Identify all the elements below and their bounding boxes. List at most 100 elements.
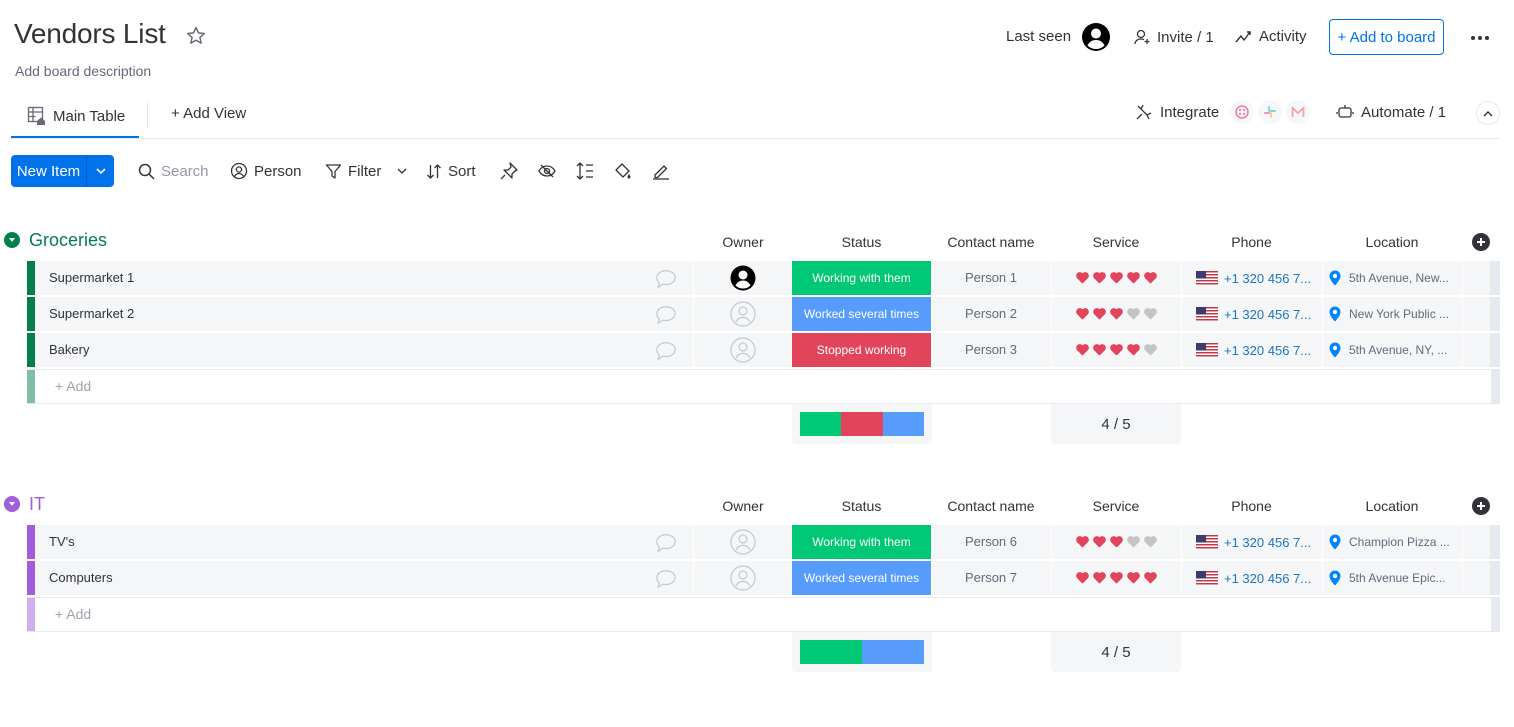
phone-cell[interactable]: +1 320 456 7...	[1196, 297, 1311, 331]
table-row[interactable]: Bakery Stopped working Person 3 +1 320 456 …	[27, 333, 1500, 368]
table-row[interactable]: Computers Worked several times Person 7 +1 …	[27, 561, 1500, 596]
contact-name[interactable]: Person 1	[931, 261, 1051, 295]
column-header-owner[interactable]: Owner	[693, 498, 793, 514]
filter-button[interactable]: Filter	[325, 155, 407, 187]
heart-empty-icon[interactable]	[1143, 307, 1158, 321]
comment-icon[interactable]	[654, 532, 678, 554]
heart-filled-icon[interactable]	[1075, 343, 1090, 357]
location-text[interactable]: Champion Pizza ...	[1349, 535, 1450, 549]
status-distribution-segment[interactable]	[800, 640, 862, 664]
new-item-label[interactable]: New Item	[11, 155, 87, 187]
status-summary[interactable]	[792, 404, 932, 444]
heart-filled-icon[interactable]	[1092, 343, 1107, 357]
status-label[interactable]: Stopped working	[792, 333, 931, 367]
table-row[interactable]: Supermarket 1 Working with them Person 1 +1…	[27, 261, 1500, 296]
table-row[interactable]: TV's Working with them Person 6 +1 320 456 …	[27, 525, 1500, 560]
color-fill-icon[interactable]	[613, 161, 633, 181]
phone-number[interactable]: +1 320 456 7...	[1224, 535, 1311, 550]
phone-number[interactable]: +1 320 456 7...	[1224, 343, 1311, 358]
column-header-owner[interactable]: Owner	[693, 234, 793, 250]
edit-icon[interactable]	[651, 161, 671, 181]
heart-filled-icon[interactable]	[1075, 307, 1090, 321]
sort-button[interactable]: Sort	[426, 155, 476, 187]
location-cell[interactable]: 5th Avenue, New...	[1329, 261, 1459, 295]
location-cell[interactable]: New York Public ...	[1329, 297, 1459, 331]
status-summary[interactable]	[792, 632, 932, 672]
status-distribution-segment[interactable]	[862, 640, 924, 664]
add-to-board-button[interactable]: + Add to board	[1329, 19, 1444, 55]
collapse-group-icon[interactable]	[4, 232, 20, 248]
add-view-button[interactable]: + Add View	[171, 96, 246, 130]
heart-filled-icon[interactable]	[1126, 343, 1141, 357]
column-header-location[interactable]: Location	[1322, 234, 1462, 250]
item-name[interactable]: TV's	[49, 525, 75, 559]
status-distribution-segment[interactable]	[841, 412, 883, 436]
heart-filled-icon[interactable]	[1126, 271, 1141, 285]
heart-empty-icon[interactable]	[1143, 343, 1158, 357]
phone-cell[interactable]: +1 320 456 7...	[1196, 561, 1311, 595]
phone-cell[interactable]: +1 320 456 7...	[1196, 261, 1311, 295]
contact-name[interactable]: Person 7	[931, 561, 1051, 595]
status-label[interactable]: Worked several times	[792, 561, 931, 595]
integrate-button[interactable]: Integrate	[1135, 96, 1311, 128]
status-label[interactable]: Worked several times	[792, 297, 931, 331]
item-name[interactable]: Supermarket 1	[49, 261, 134, 295]
new-item-button[interactable]: New Item	[11, 155, 114, 187]
heart-filled-icon[interactable]	[1092, 535, 1107, 549]
heart-filled-icon[interactable]	[1109, 307, 1124, 321]
item-name[interactable]: Supermarket 2	[49, 297, 134, 331]
comment-icon[interactable]	[654, 304, 678, 326]
heart-filled-icon[interactable]	[1092, 271, 1107, 285]
heart-filled-icon[interactable]	[1109, 571, 1124, 585]
column-header-phone[interactable]: Phone	[1181, 498, 1322, 514]
service-rating[interactable]	[1051, 333, 1181, 367]
column-header-contact[interactable]: Contact name	[931, 498, 1051, 514]
add-column-button[interactable]	[1472, 233, 1490, 251]
automate-button[interactable]: Automate / 1	[1336, 96, 1446, 128]
phone-cell[interactable]: +1 320 456 7...	[1196, 525, 1311, 559]
empty-owner-icon[interactable]	[730, 301, 756, 327]
phone-number[interactable]: +1 320 456 7...	[1224, 271, 1311, 286]
add-item-input[interactable]: + Add	[55, 598, 91, 631]
group-header[interactable]: Groceries	[4, 226, 107, 254]
board-description[interactable]: Add board description	[15, 63, 151, 79]
add-column-button[interactable]	[1472, 497, 1490, 515]
heart-filled-icon[interactable]	[1075, 571, 1090, 585]
activity-button[interactable]: Activity	[1235, 28, 1307, 45]
empty-owner-icon[interactable]	[730, 565, 756, 591]
item-name[interactable]: Computers	[49, 561, 113, 595]
phone-number[interactable]: +1 320 456 7...	[1224, 571, 1311, 586]
service-rating[interactable]	[1051, 261, 1181, 295]
heart-filled-icon[interactable]	[1126, 571, 1141, 585]
contact-name[interactable]: Person 6	[931, 525, 1051, 559]
collapse-header-button[interactable]	[1476, 101, 1500, 125]
heart-filled-icon[interactable]	[1109, 343, 1124, 357]
status-distribution-segment[interactable]	[800, 412, 842, 436]
location-text[interactable]: 5th Avenue, New...	[1349, 271, 1449, 285]
collapse-group-icon[interactable]	[4, 496, 20, 512]
service-rating[interactable]	[1051, 561, 1181, 595]
contact-name[interactable]: Person 2	[931, 297, 1051, 331]
owner-avatar-icon[interactable]	[730, 265, 756, 291]
service-rating[interactable]	[1051, 297, 1181, 331]
column-header-service[interactable]: Service	[1051, 498, 1181, 514]
row-height-icon[interactable]	[575, 161, 595, 181]
heart-filled-icon[interactable]	[1109, 271, 1124, 285]
heart-empty-icon[interactable]	[1126, 307, 1141, 321]
heart-filled-icon[interactable]	[1143, 271, 1158, 285]
column-header-status[interactable]: Status	[792, 234, 931, 250]
group-header[interactable]: IT	[4, 490, 45, 518]
empty-owner-icon[interactable]	[730, 337, 756, 363]
service-rating[interactable]	[1051, 525, 1181, 559]
heart-filled-icon[interactable]	[1092, 307, 1107, 321]
location-cell[interactable]: 5th Avenue Epic...	[1329, 561, 1459, 595]
heart-filled-icon[interactable]	[1075, 535, 1090, 549]
pin-icon[interactable]	[499, 161, 519, 181]
group-title[interactable]: Groceries	[29, 230, 107, 251]
group-title[interactable]: IT	[29, 494, 45, 515]
new-item-dropdown[interactable]	[87, 155, 114, 187]
column-header-location[interactable]: Location	[1322, 498, 1462, 514]
last-seen-label[interactable]: Last seen	[1006, 28, 1071, 45]
heart-empty-icon[interactable]	[1126, 535, 1141, 549]
heart-filled-icon[interactable]	[1109, 535, 1124, 549]
